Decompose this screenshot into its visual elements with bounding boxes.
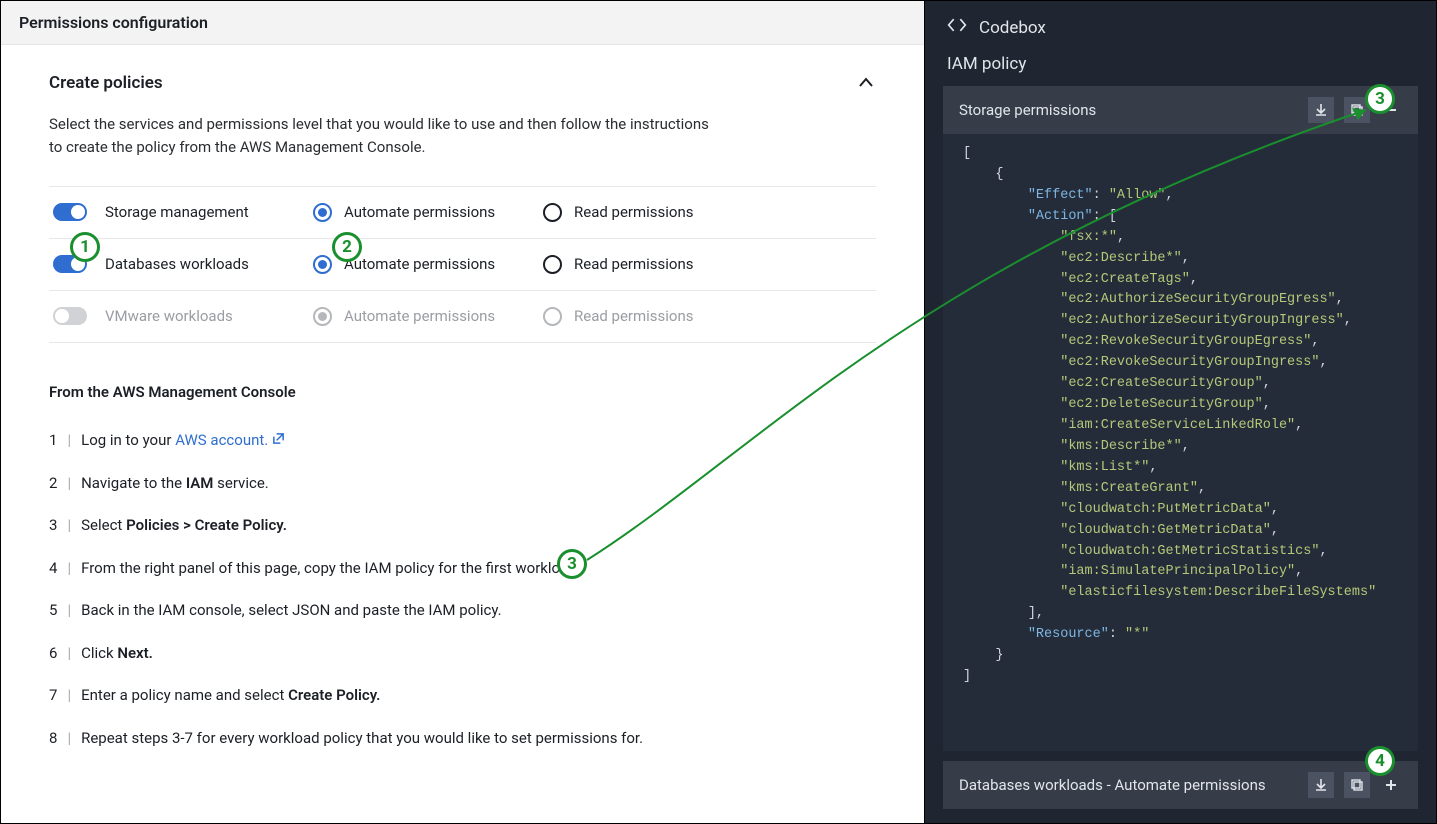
instruction-step-2: 2|Navigate to the IAM service.	[49, 462, 876, 505]
radio-label: Read permissions	[574, 307, 694, 325]
snippet-header-databases: Databases workloads - Automate permissio…	[943, 761, 1418, 809]
snippet-title: Storage permissions	[959, 101, 1096, 119]
workload-row-storage: Storage management Automate permissions …	[49, 186, 876, 238]
radio-label: Automate permissions	[344, 203, 495, 221]
chevron-up-icon[interactable]	[856, 73, 876, 93]
download-button[interactable]	[1308, 772, 1334, 798]
radio-read-databases[interactable]	[543, 255, 562, 274]
annotation-badge-3-left: 3	[557, 549, 587, 579]
toggle-vmware[interactable]	[53, 307, 87, 325]
external-link-icon	[272, 429, 285, 452]
snippet-title: Databases workloads - Automate permissio…	[959, 776, 1266, 794]
instruction-step-7: 7|Enter a policy name and select Create …	[49, 674, 876, 717]
radio-label: Read permissions	[574, 255, 694, 273]
instructions-list: 1|Log in to your AWS account. 2|Navigate…	[49, 419, 876, 760]
section-title: Create policies	[49, 73, 163, 93]
instructions-title: From the AWS Management Console	[49, 383, 876, 401]
iam-policy-title: IAM policy	[925, 50, 1436, 86]
codebox-title: Codebox	[979, 18, 1046, 38]
workload-label: Databases workloads	[105, 255, 249, 273]
workload-label: Storage management	[105, 203, 249, 221]
instruction-step-1: 1|Log in to your AWS account.	[49, 419, 876, 462]
codebox-header: Codebox	[925, 1, 1436, 50]
radio-read-storage[interactable]	[543, 203, 562, 222]
radio-automate-databases[interactable]	[313, 255, 332, 274]
instruction-step-5: 5|Back in the IAM console, select JSON a…	[49, 589, 876, 632]
workload-row-vmware: VMware workloads Automate permissions Re…	[49, 290, 876, 343]
annotation-badge-3-right: 3	[1365, 84, 1395, 114]
annotation-badge-4: 4	[1365, 746, 1395, 776]
snippet-header-storage: Storage permissions	[943, 86, 1418, 134]
radio-automate-storage[interactable]	[313, 203, 332, 222]
instruction-step-6: 6|Click Next.	[49, 632, 876, 675]
workload-row-databases: Databases workloads Automate permissions…	[49, 238, 876, 290]
radio-label: Automate permissions	[344, 307, 495, 325]
panel-title: Permissions configuration	[1, 1, 924, 45]
workload-table: Storage management Automate permissions …	[49, 186, 876, 343]
radio-read-vmware	[543, 307, 562, 326]
annotation-badge-1: 1	[70, 232, 100, 262]
expand-button[interactable]	[1380, 772, 1402, 798]
instruction-step-8: 8|Repeat steps 3-7 for every workload po…	[49, 717, 876, 760]
code-area[interactable]: [ { "Effect": "Allow", "Action": [ "fsx:…	[943, 134, 1418, 751]
radio-label: Automate permissions	[344, 255, 495, 273]
instruction-step-3: 3|Select Policies > Create Policy.	[49, 504, 876, 547]
download-button[interactable]	[1308, 97, 1334, 123]
toggle-storage[interactable]	[53, 203, 87, 221]
radio-automate-vmware	[313, 307, 332, 326]
annotation-badge-2: 2	[332, 232, 362, 262]
copy-button[interactable]	[1344, 772, 1370, 798]
instruction-step-4: 4|From the right panel of this page, cop…	[49, 547, 876, 590]
workload-label: VMware workloads	[105, 307, 233, 325]
code-icon	[947, 17, 967, 38]
codebox-panel: Codebox IAM policy Storage permissions […	[925, 0, 1437, 824]
aws-account-link[interactable]: AWS account.	[175, 431, 268, 449]
radio-label: Read permissions	[574, 203, 694, 221]
section-description: Select the services and permissions leve…	[49, 113, 876, 160]
permissions-panel: Permissions configuration Create policie…	[0, 0, 925, 824]
